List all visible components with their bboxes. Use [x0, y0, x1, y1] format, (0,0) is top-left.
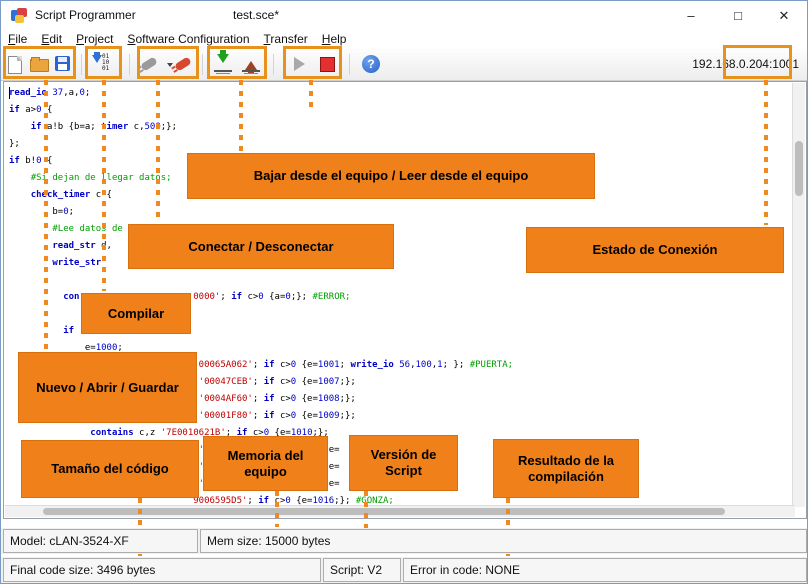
toolbar-separator: [81, 54, 82, 75]
annotation-label: Conectar / Desconectar: [128, 224, 394, 269]
maximize-button[interactable]: □: [721, 4, 755, 28]
statusbar-panel: Model: cLAN-3524-XF: [3, 529, 198, 553]
help-button[interactable]: ?: [359, 52, 383, 77]
toolbar-highlight-box: [283, 46, 342, 79]
annotation-connector-line: [44, 80, 48, 350]
code-line: b=0;: [9, 204, 513, 221]
toolbar-highlight-box: [723, 45, 792, 79]
code-line: };: [9, 136, 513, 153]
vertical-scrollbar-thumb[interactable]: [795, 141, 803, 196]
horizontal-scrollbar[interactable]: [5, 505, 795, 517]
code-line: if a>0 {: [9, 102, 513, 119]
toolbar-highlight-box: [3, 46, 76, 79]
statusbar-panel: Final code size: 3496 bytes: [3, 558, 321, 582]
annotation-label: Nuevo / Abrir / Guardar: [18, 352, 197, 423]
horizontal-scrollbar-thumb[interactable]: [43, 508, 725, 515]
toolbar-highlight-box: [207, 46, 267, 79]
help-icon: ?: [362, 55, 380, 73]
statusbar-row: Model: cLAN-3524-XFMem size: 15000 bytes: [1, 528, 807, 554]
annotation-connector-line: [102, 80, 106, 291]
toolbar-separator: [129, 54, 130, 75]
toolbar-separator: [202, 54, 203, 75]
annotation-label: Resultado de la compilación: [493, 439, 639, 498]
annotation-connector-line: [156, 80, 160, 222]
app-window: Script Programmer test.sce* – □ ✕ FileEd…: [0, 0, 808, 584]
code-line: read_io 37,a,0;: [9, 85, 513, 102]
annotation-label: Memoria del equipo: [203, 436, 328, 491]
document-filename: test.sce*: [233, 8, 279, 22]
annotation-label: Bajar desde el equipo / Leer desde el eq…: [187, 153, 595, 199]
statusbar-row: Final code size: 3496 bytesScript: V2Err…: [1, 557, 807, 583]
annotation-connector-line: [239, 80, 243, 151]
vertical-scrollbar[interactable]: [792, 83, 805, 507]
minimize-button[interactable]: –: [674, 4, 708, 28]
annotation-label: Versión de Script: [349, 435, 458, 491]
annotation-connector-line: [764, 80, 768, 225]
titlebar: Script Programmer test.sce* – □ ✕: [1, 1, 807, 31]
toolbar-separator: [349, 54, 350, 75]
annotation-label: Compilar: [81, 293, 191, 334]
annotation-connector-line: [275, 491, 279, 527]
annotation-label: Estado de Conexión: [526, 227, 784, 273]
close-button[interactable]: ✕: [767, 4, 801, 28]
toolbar-highlight-box: [85, 46, 122, 79]
app-icon: [11, 8, 28, 24]
annotation-connector-line: [309, 80, 313, 108]
statusbar-panel: Script: V2: [323, 558, 401, 582]
statusbar-panel: Error in code: NONE: [403, 558, 807, 582]
code-line: [9, 272, 513, 289]
code-line: if a!b {b=a; timer c,500;};: [9, 119, 513, 136]
toolbar-separator: [273, 54, 274, 75]
annotation-label: Tamaño del código: [21, 440, 199, 498]
toolbar-highlight-box: [137, 46, 199, 79]
app-title: Script Programmer: [35, 8, 136, 22]
statusbar-panel: Mem size: 15000 bytes: [200, 529, 807, 553]
